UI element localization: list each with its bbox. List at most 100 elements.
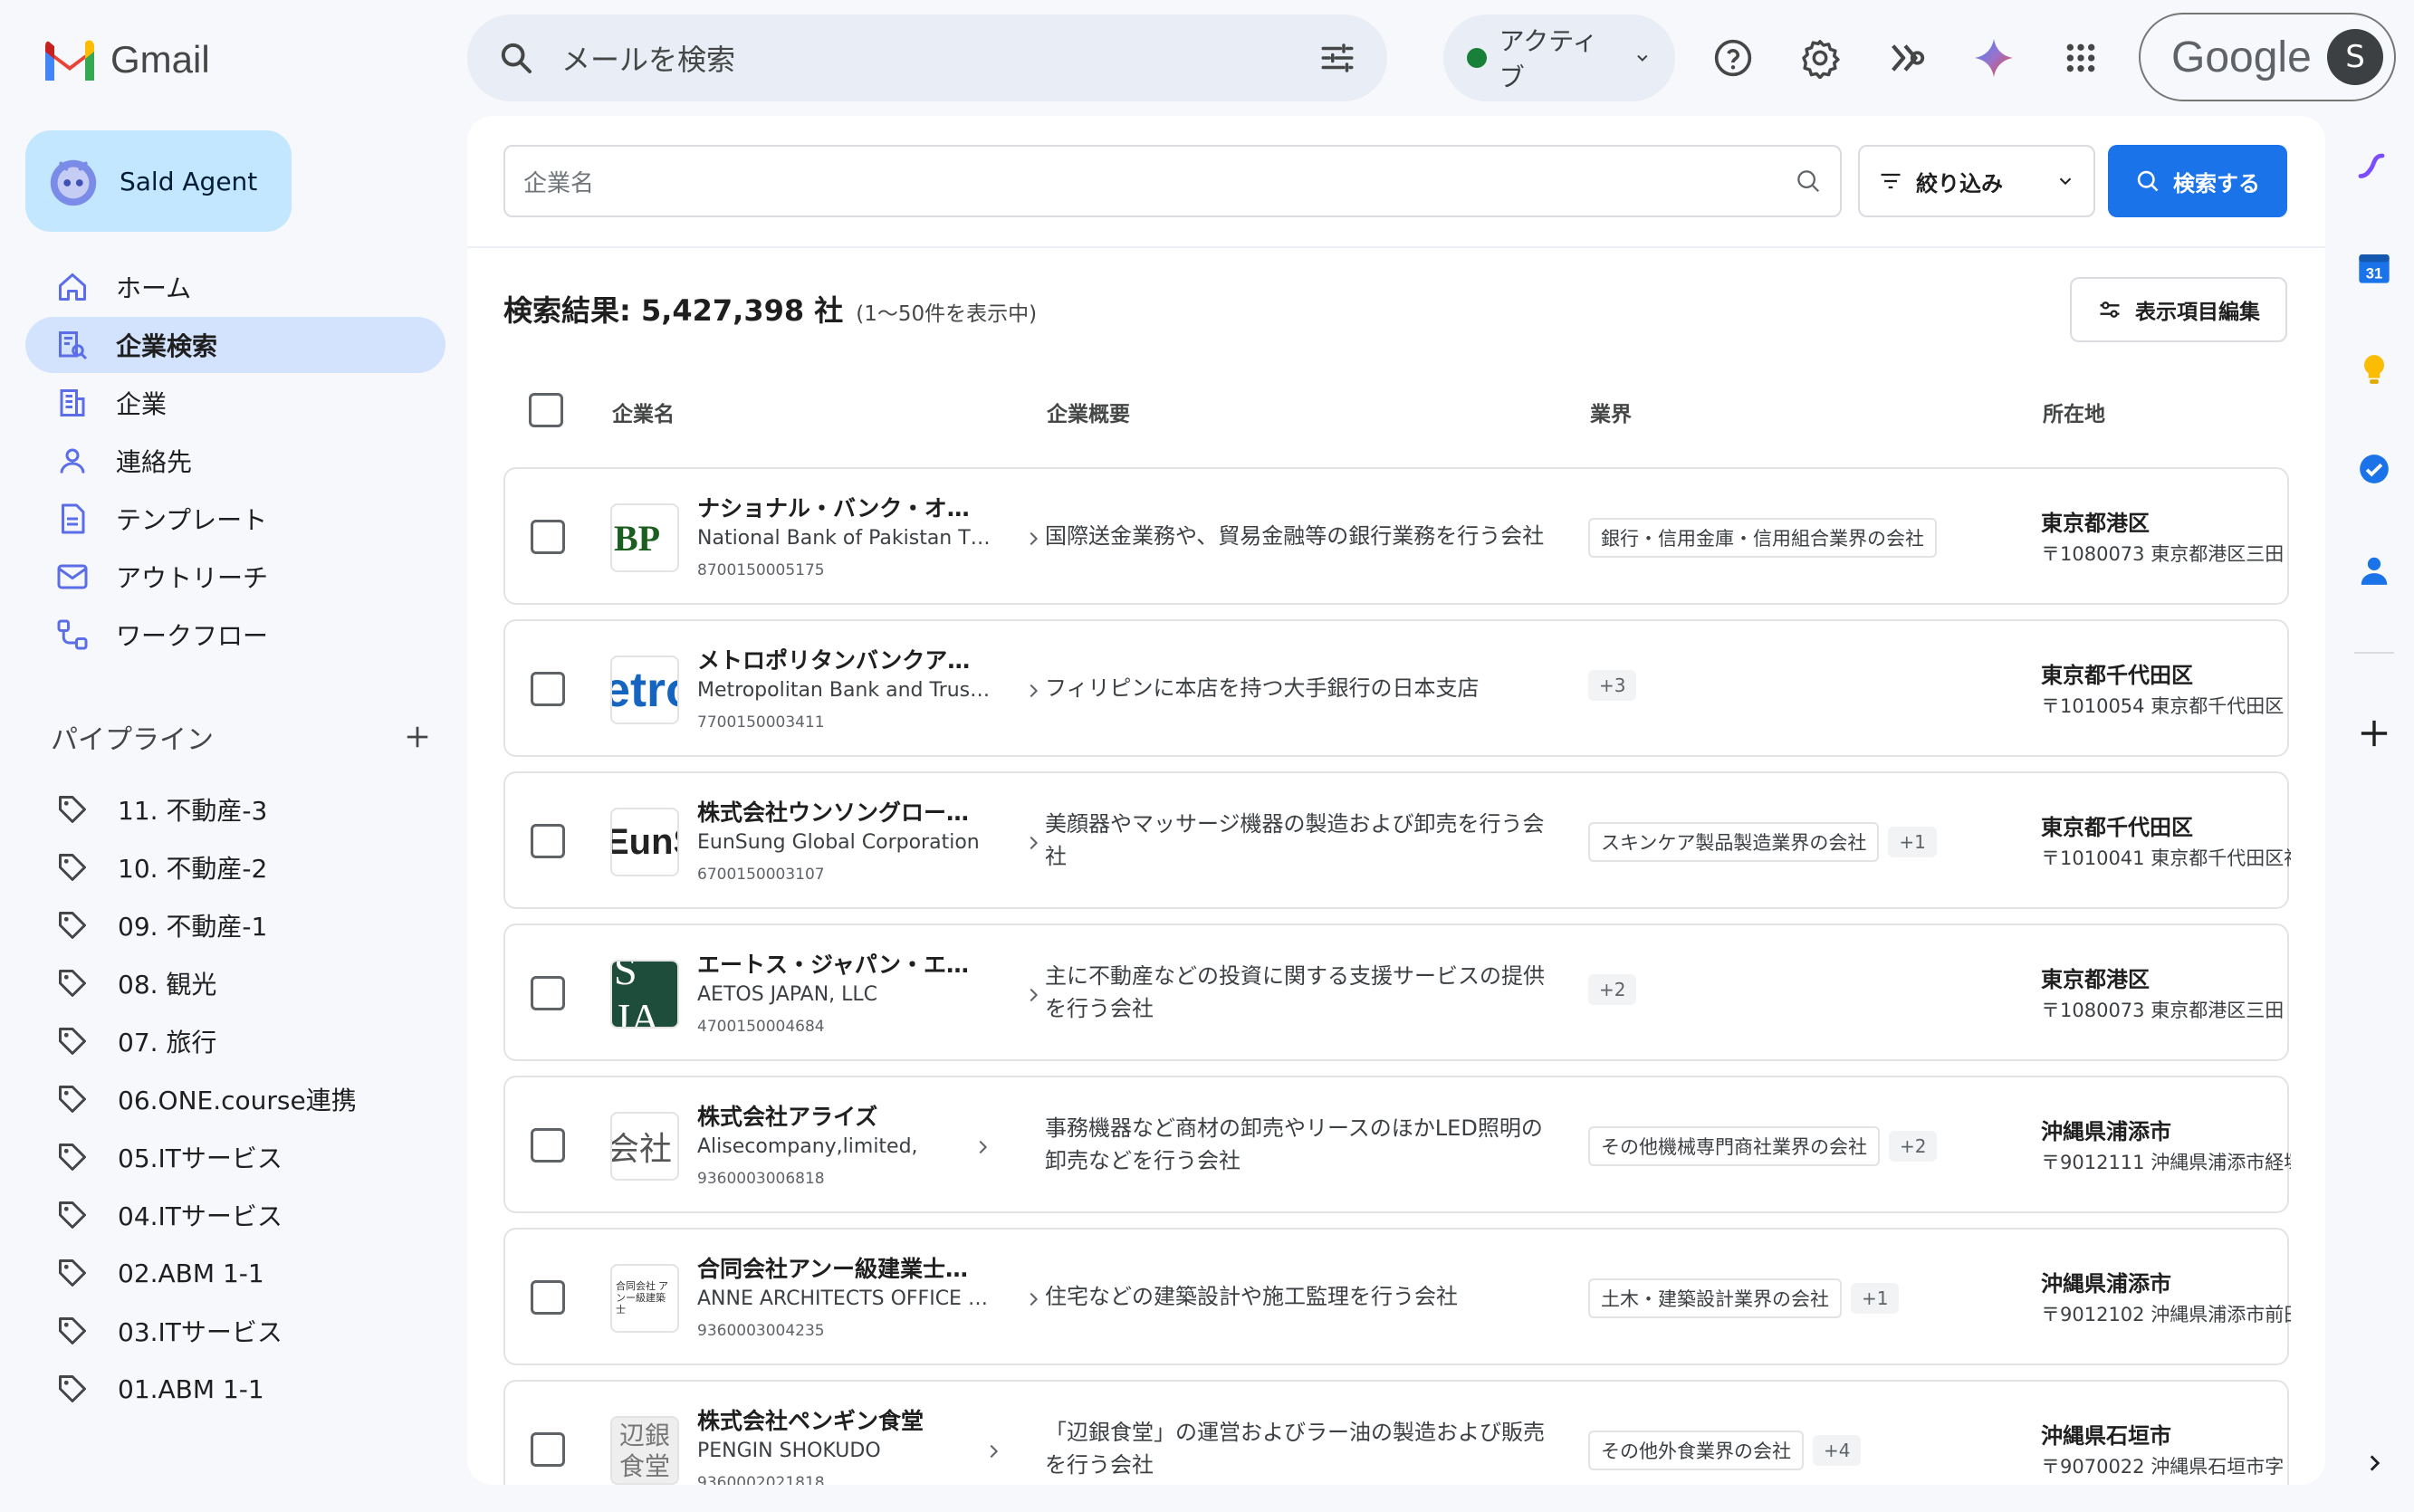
label-tag-icon [59, 1028, 86, 1055]
agent-button[interactable]: Sald Agent [25, 130, 292, 232]
more-industries-badge[interactable]: +4 [1813, 1435, 1862, 1466]
more-industries-badge[interactable]: +2 [1588, 974, 1637, 1005]
gemini-button[interactable] [1965, 29, 2023, 87]
search-submit-button[interactable]: 検索する [2108, 145, 2287, 217]
more-industries-badge[interactable]: +1 [1888, 827, 1937, 857]
extension-button[interactable] [1878, 29, 1936, 87]
pipeline-item[interactable]: 10. 不動産-2 [56, 844, 436, 891]
status-label: アクティブ [1499, 26, 1598, 92]
pipeline-item[interactable]: 07. 旅行 [56, 1018, 436, 1065]
google-wordmark: Google [2171, 33, 2312, 81]
more-industries-badge[interactable]: +3 [1588, 670, 1637, 701]
pipeline-item[interactable]: 04.ITサービス [56, 1191, 436, 1239]
pipeline-item[interactable]: 06.ONE.course連携 [56, 1076, 436, 1123]
chevron-right-icon[interactable] [972, 1137, 992, 1157]
pipeline-item[interactable]: 05.ITサービス [56, 1134, 436, 1181]
row-checkbox[interactable] [531, 672, 565, 706]
calendar-icon: 31 [2359, 254, 2390, 283]
svg-text:31: 31 [2366, 265, 2383, 282]
sidebar-item-1[interactable]: 企業検索 [25, 317, 445, 373]
company-name-input[interactable]: 企業名 [523, 165, 594, 198]
sidebar-item-4[interactable]: テンプレート [25, 491, 445, 547]
more-industries-badge[interactable]: +2 [1889, 1131, 1938, 1162]
table-row[interactable]: 辺銀食堂 株式会社ペンギン食堂 PENGIN SHOKUDO 936000202181… [503, 1380, 2289, 1485]
company-name[interactable]: 株式会社アライズ [697, 1099, 877, 1132]
side-app-button[interactable] [2347, 139, 2401, 194]
company-name[interactable]: 合同会社アンー級建業士… [697, 1251, 968, 1284]
industry-tag[interactable]: 銀行・信用金庫・信用組合業界の会社 [1588, 518, 1937, 558]
filter-dropdown[interactable]: 絞り込み [1858, 145, 2095, 217]
company-overview: 美顔器やマッサージ機器の製造および卸売を行う会社 [1045, 811, 1545, 869]
industry-tag[interactable]: その他外食業界の会社 [1588, 1431, 1804, 1470]
table-row[interactable]: 合同会社 アンー級建築士 合同会社アンー級建業士… ANNE ARCHITECTS … [503, 1228, 2291, 1365]
sidebar-item-6[interactable]: ワークフロー [25, 607, 445, 663]
sidebar-item-3[interactable]: 連絡先 [25, 433, 445, 489]
table-row[interactable]: EunS 株式会社ウンソングロー… EunSung Global Corporati… [503, 771, 2291, 909]
contacts-button[interactable] [2347, 543, 2401, 598]
search-input[interactable]: メールを検索 [561, 37, 1318, 79]
mail-search-bar[interactable]: メールを検索 [467, 14, 1387, 101]
gmail-logo[interactable]: Gmail [42, 33, 210, 87]
add-addon-button[interactable] [2347, 706, 2401, 761]
company-name[interactable]: エートス・ジャパン・エ… [697, 947, 969, 980]
calendar-button[interactable]: 31 [2347, 241, 2401, 295]
pipeline-item[interactable]: 08. 観光 [56, 960, 436, 1007]
industry-tag[interactable]: その他機械専門商社業界の会社 [1588, 1126, 1880, 1166]
apps-button[interactable] [2052, 29, 2110, 87]
chevron-right-icon[interactable] [1023, 681, 1043, 701]
edit-columns-button[interactable]: 表示項目編集 [2070, 277, 2287, 342]
tasks-button[interactable] [2347, 442, 2401, 496]
corporate-number: 6700150003107 [697, 866, 825, 884]
expand-panel-button[interactable] [2347, 1436, 2401, 1490]
pipeline-item[interactable]: 02.ABM 1-1 [56, 1249, 436, 1297]
status-selector[interactable]: アクティブ [1443, 14, 1675, 101]
pipeline-item[interactable]: 01.ABM 1-1 [56, 1365, 436, 1412]
sidebar-item-0[interactable]: ホーム [25, 259, 445, 315]
sidebar-item-5[interactable]: アウトリーチ [25, 549, 445, 605]
chevron-right-icon[interactable] [1023, 985, 1043, 1005]
account-button[interactable]: Google S [2139, 13, 2396, 101]
row-checkbox[interactable] [531, 1128, 565, 1163]
search-icon[interactable] [498, 40, 534, 76]
table-row[interactable]: S JA エートス・ジャパン・エ… AETOS JAPAN, LLC 47001500… [503, 923, 2289, 1061]
company-name[interactable]: メトロポリタンバンクア… [697, 643, 970, 675]
pipeline-header: パイプライン [51, 715, 431, 759]
industry-tag[interactable]: スキンケア製品製造業界の会社 [1588, 822, 1880, 862]
pipeline-item[interactable]: 11. 不動産-3 [56, 786, 436, 833]
company-english-name: EunSung Global Corporation [697, 831, 980, 854]
row-checkbox[interactable] [531, 1280, 565, 1315]
filter-label: 絞り込み [1916, 170, 2003, 196]
row-checkbox[interactable] [531, 520, 565, 554]
help-button[interactable] [1704, 29, 1762, 87]
sidebar-item-label: ホーム [116, 273, 192, 303]
company-name[interactable]: 株式会社ウンソングロー… [697, 795, 969, 828]
industry-tag[interactable]: 土木・建築設計業界の会社 [1588, 1278, 1842, 1318]
column-header-industry[interactable]: 業界 [1590, 397, 1632, 427]
company-name-field[interactable]: 企業名 [503, 145, 1842, 217]
column-header-location[interactable]: 所在地 [2043, 397, 2105, 427]
chevron-right-icon[interactable] [1023, 833, 1043, 853]
company-name[interactable]: ナショナル・バンク・オ… [697, 491, 970, 523]
pipeline-item[interactable]: 09. 不動産-1 [56, 902, 436, 949]
row-checkbox[interactable] [531, 1432, 565, 1467]
table-row[interactable]: etro メトロポリタンバンクア… Metropolitan Bank and Tr… [503, 619, 2289, 757]
more-industries-badge[interactable]: +1 [1851, 1283, 1900, 1314]
company-name[interactable]: 株式会社ペンギン食堂 [697, 1403, 924, 1436]
row-checkbox[interactable] [531, 824, 565, 858]
keep-button[interactable] [2347, 342, 2401, 397]
column-header-overview[interactable]: 企業概要 [1047, 397, 1130, 427]
add-pipeline-icon[interactable] [404, 723, 431, 751]
search-icon[interactable] [1795, 167, 1822, 195]
search-options-icon[interactable] [1318, 39, 1356, 77]
chevron-right-icon[interactable] [983, 1441, 1003, 1461]
chevron-right-icon[interactable] [1023, 529, 1043, 549]
row-checkbox[interactable] [531, 976, 565, 1010]
sidebar-item-2[interactable]: 企業 [25, 375, 445, 431]
pipeline-item[interactable]: 03.ITサービス [56, 1307, 436, 1354]
select-all-checkbox[interactable] [529, 393, 563, 427]
column-header-name[interactable]: 企業名 [612, 397, 675, 427]
chevron-right-icon[interactable] [1023, 1289, 1043, 1309]
table-row[interactable]: BP ナショナル・バンク・オ… National Bank of Pakistan … [503, 467, 2289, 605]
table-row[interactable]: 会社 株式会社アライズ Alisecompany,limited, 936000300… [503, 1076, 2291, 1213]
settings-button[interactable] [1791, 29, 1849, 87]
